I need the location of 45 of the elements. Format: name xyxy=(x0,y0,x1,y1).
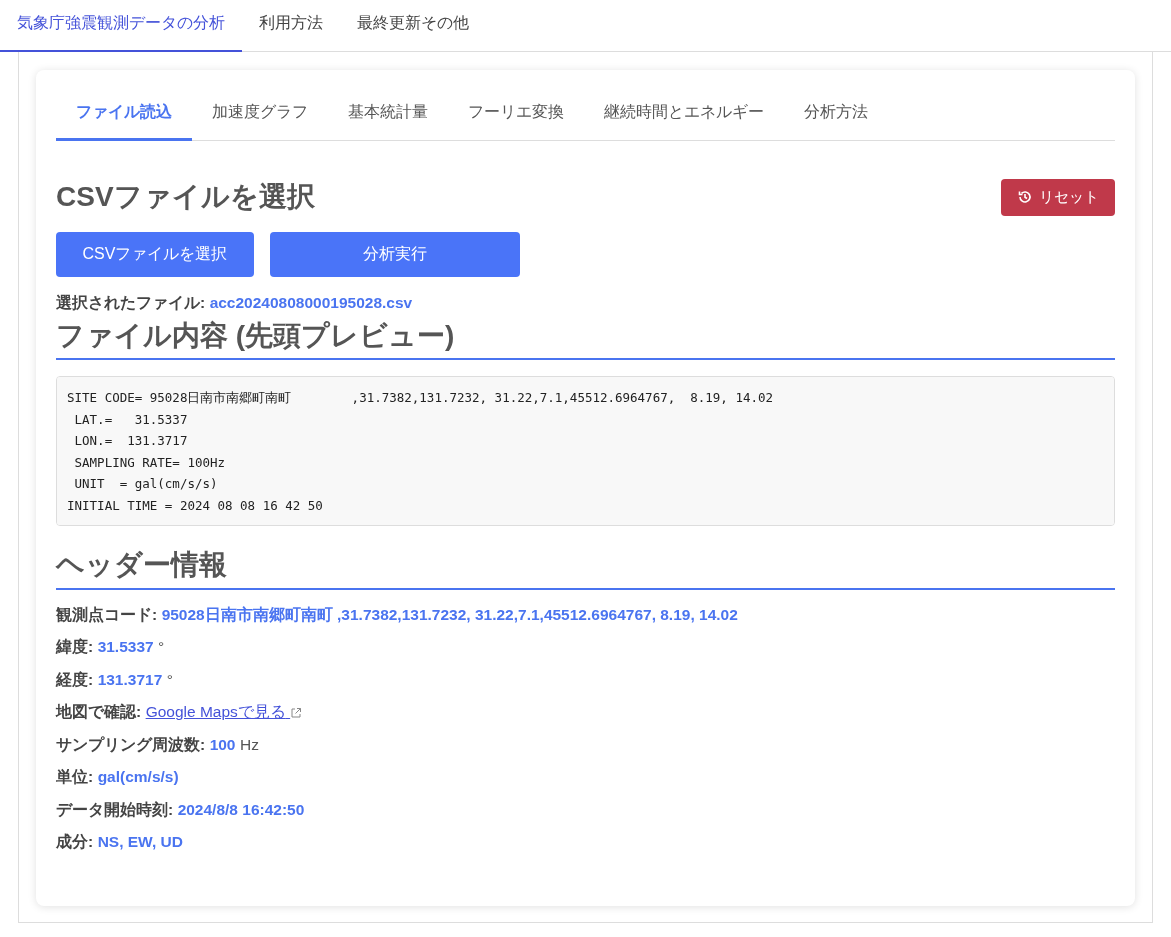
tab[interactable]: 気象庁強震観測データの分析 xyxy=(0,0,242,52)
preview-line: LON.= 131.3717 xyxy=(73,432,189,451)
info-value: 95028日南市南郷町南町 ,31.7382,131.7232, 31.22,7.1,45512.6964767, 8.19, 14.02 xyxy=(161,605,738,623)
info-label: 経度: xyxy=(56,670,94,688)
info-label: 緯度: xyxy=(56,638,94,656)
preview-line: INITIAL TIME = 2024 08 08 16 42 50 xyxy=(67,496,324,515)
reset-button[interactable]: リセット xyxy=(1001,179,1115,216)
info-label: 地図で確認: xyxy=(56,703,142,721)
run-analysis-button[interactable]: 分析実行 xyxy=(270,231,520,277)
tab[interactable]: 最終更新その他 xyxy=(340,0,486,52)
preview-line: LAT.= 31.5337 xyxy=(73,410,189,429)
unit-text: ° xyxy=(158,638,165,656)
info-value: 100 xyxy=(209,735,236,753)
info-label: サンプリング周波数: xyxy=(56,735,206,753)
tab[interactable]: 継続時間とエネルギー xyxy=(584,90,784,141)
info-value: 31.5337 xyxy=(97,638,154,656)
selected-file-label: 選択されたファイル: xyxy=(56,293,206,311)
info-label: 成分: xyxy=(56,833,94,851)
history-icon xyxy=(1017,189,1033,206)
file-preview-box[interactable]: SITE CODE= 95028日南市南郷町南町 ,31.7382,131.7232, 31.22,7.1,45512.6964767, 8.19, 14.02 LAT.= 31.5337 LON.= 131.3717 SAMPLING RATE= 100Hz UNIT = gal(cm/s/s) INITIAL TIME = 2024 08 08 16 42 50 xyxy=(56,376,1115,527)
info-label: データ開始時刻: xyxy=(56,800,174,818)
section-heading: ファイル内容 (先頭プレビュー) xyxy=(56,318,1115,361)
info-value: gal(cm/s/s) xyxy=(97,768,179,786)
unit-text: Hz xyxy=(239,735,259,753)
info-value: NS, EW, UD xyxy=(97,833,183,851)
tab[interactable]: 基本統計量 xyxy=(328,90,448,141)
map-link[interactable]: Google Mapsで見る xyxy=(145,703,303,721)
tab[interactable]: 加速度グラフ xyxy=(192,90,328,141)
info-label: 単位: xyxy=(56,768,94,786)
tab[interactable]: フーリエ変換 xyxy=(448,90,584,141)
preview-line: UNIT = gal(cm/s/s) xyxy=(73,475,219,494)
info-value: 131.3717 xyxy=(97,670,163,688)
section-heading: ヘッダー情報 xyxy=(56,548,1115,590)
preview-line: SITE CODE= 95028日南市南郷町南町 ,31.7382,131.7232, 31.22,7.1,45512.6964767, 8.19, 14.02 xyxy=(67,389,775,408)
tab[interactable]: 分析方法 xyxy=(784,90,888,141)
info-value: 2024/8/8 16:42:50 xyxy=(177,800,305,818)
info-label: 観測点コード: xyxy=(56,605,158,623)
unit-text: ° xyxy=(166,670,173,688)
section-title: CSVファイルを選択 xyxy=(56,180,315,215)
selected-file-name: acc20240808000195028.csv xyxy=(209,293,413,311)
tab[interactable]: 利用方法 xyxy=(242,0,340,52)
preview-line: SAMPLING RATE= 100Hz xyxy=(73,453,227,472)
select-file-button[interactable]: CSVファイルを選択 xyxy=(56,231,254,277)
tab[interactable]: ファイル読込 xyxy=(56,90,192,141)
external-link-icon xyxy=(290,707,303,720)
